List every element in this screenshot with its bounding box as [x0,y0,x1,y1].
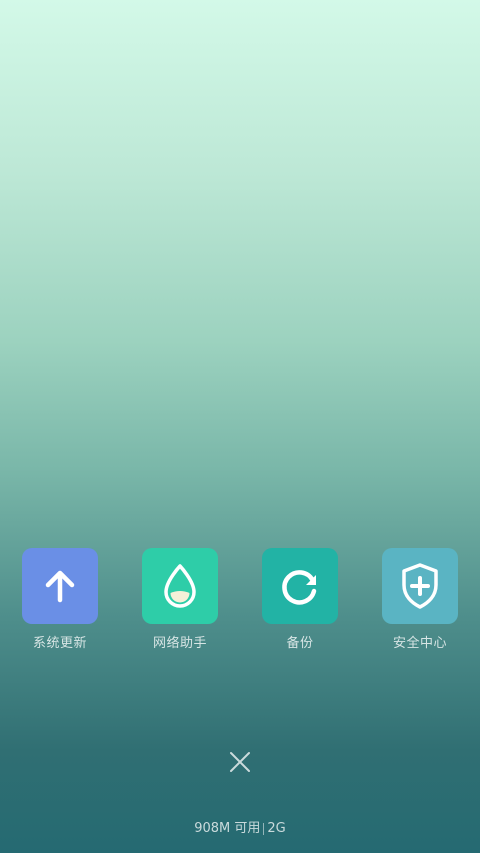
app-backup[interactable]: 备份 [240,548,360,658]
backup-label: 备份 [286,636,314,651]
close-button[interactable] [224,746,256,778]
water-drop-icon [164,564,196,608]
app-security-center[interactable]: 安全中心 [360,548,480,658]
network-assistant-label: 网络助手 [152,636,207,651]
arrow-up-icon [45,570,75,603]
shield-plus-icon [402,563,438,609]
memory-total: 2G [267,821,286,836]
system-update-label: 系统更新 [32,636,87,651]
system-update-tile[interactable] [22,548,98,624]
memory-status: 908M 可用 2G [0,817,480,836]
status-divider [263,822,265,835]
quick-actions-row: 系统更新 网络助手 备份 安全中心 [0,548,480,658]
close-icon [230,752,250,772]
memory-available: 908M 可用 [194,821,261,836]
security-center-tile[interactable] [382,548,458,624]
network-assistant-tile[interactable] [142,548,218,624]
app-network-assistant[interactable]: 网络助手 [120,548,240,658]
app-system-update[interactable]: 系统更新 [0,548,120,658]
backup-tile[interactable] [262,548,338,624]
security-center-label: 安全中心 [392,636,447,651]
refresh-icon [282,570,317,605]
